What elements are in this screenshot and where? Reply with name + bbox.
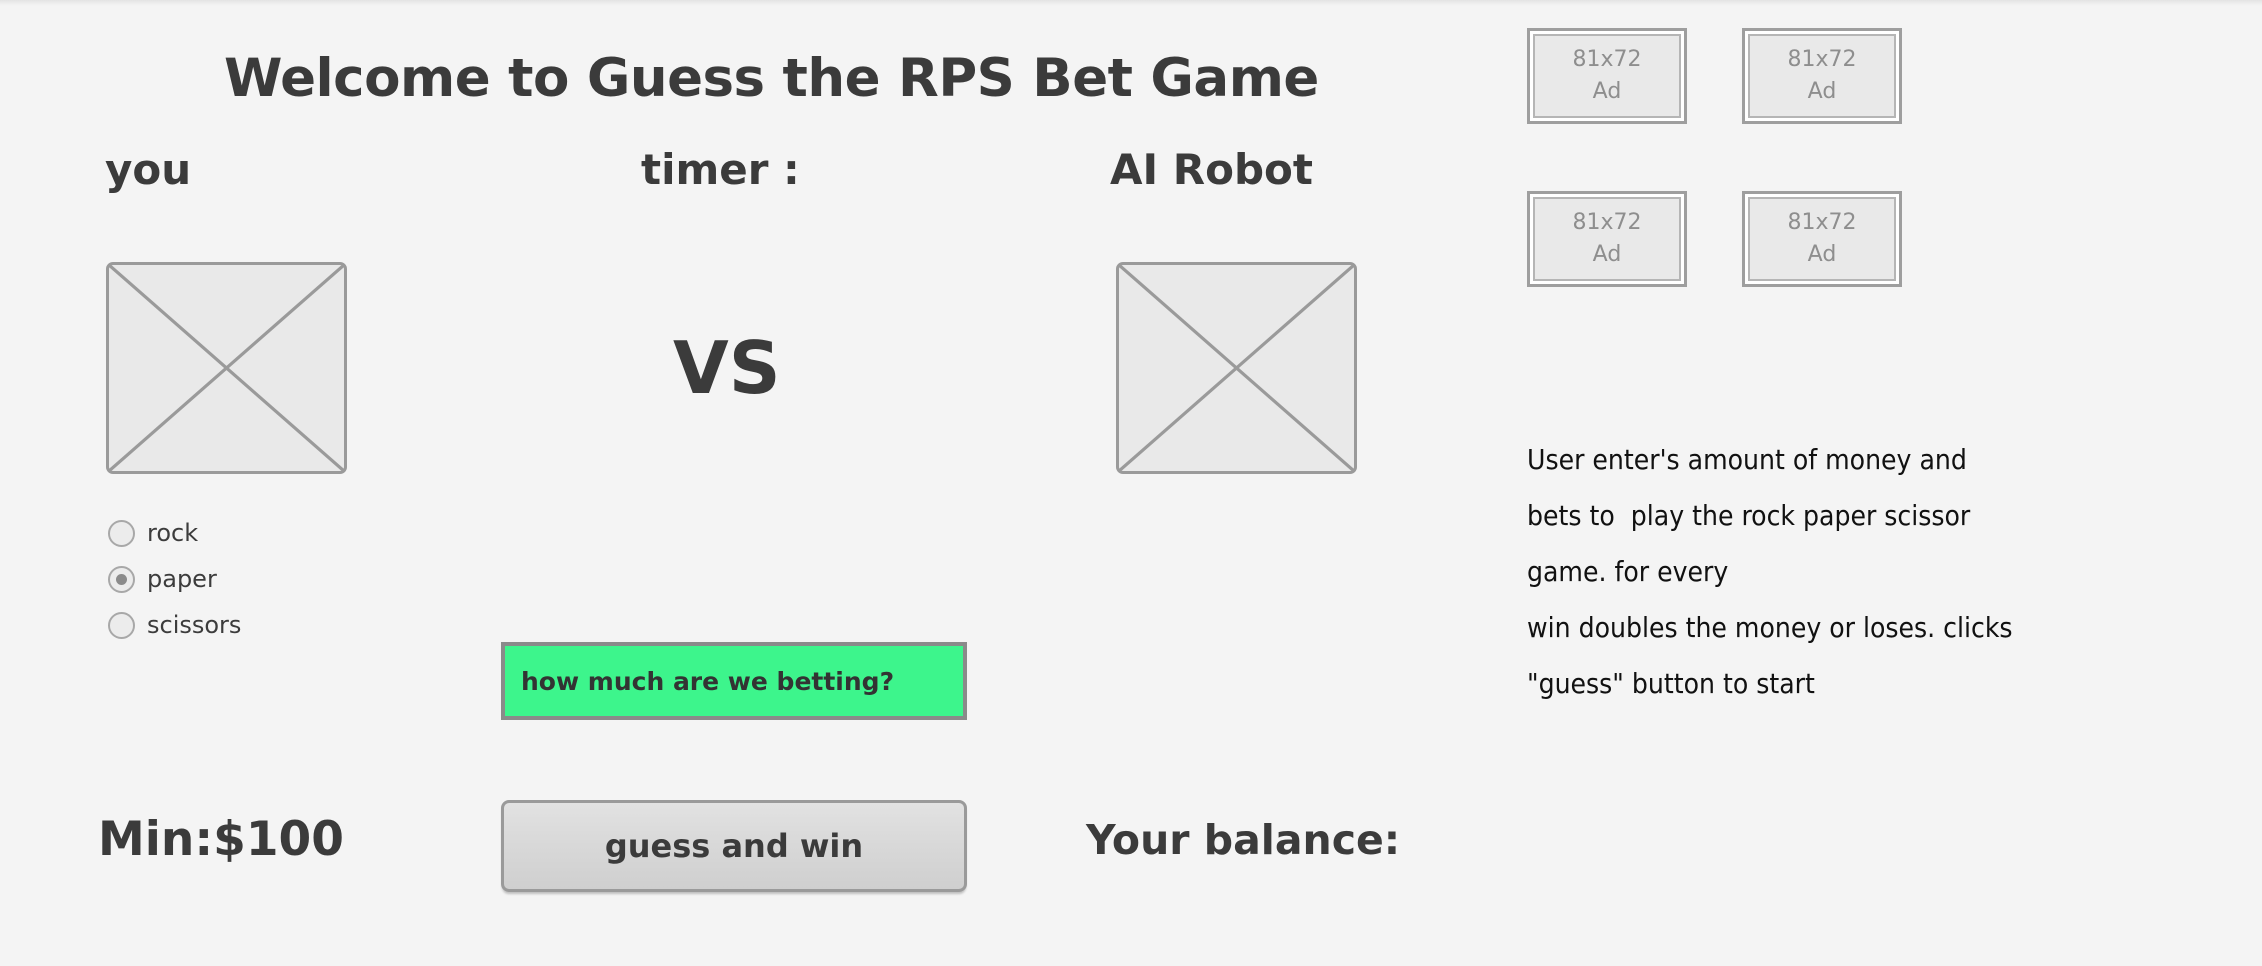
bet-amount-input-value: how much are we betting? [521, 666, 895, 696]
ad-slot-1[interactable]: 81x72 Ad [1527, 28, 1687, 124]
ai-robot-heading: AI Robot [1110, 145, 1313, 194]
ad-slot-4-size: 81x72 [1787, 210, 1857, 235]
page-title: Welcome to Guess the RPS Bet Game [224, 48, 1319, 109]
placeholder-cross-icon [1119, 265, 1354, 471]
ad-slot-2[interactable]: 81x72 Ad [1742, 28, 1902, 124]
ad-slot-1-inner: 81x72 Ad [1533, 34, 1681, 118]
radio-option-scissors[interactable]: scissors [108, 611, 241, 639]
radio-scissors-indicator[interactable] [108, 611, 135, 639]
radio-paper-label: paper [147, 565, 217, 593]
ad-slot-1-size: 81x72 [1572, 47, 1642, 72]
min-bet-label: Min:$100 [98, 812, 344, 867]
radio-scissors-label: scissors [147, 611, 242, 639]
balance-label: Your balance: [1086, 816, 1401, 864]
player-image-placeholder [106, 262, 347, 474]
placeholder-cross-icon [109, 265, 344, 471]
radio-paper-indicator[interactable] [108, 565, 135, 593]
ad-slot-3-label: Ad [1592, 242, 1622, 267]
ad-slot-3-inner: 81x72 Ad [1533, 197, 1681, 281]
bet-amount-input[interactable]: how much are we betting? [501, 642, 967, 720]
ai-image-placeholder [1116, 262, 1357, 474]
ad-slot-3-size: 81x72 [1572, 210, 1642, 235]
game-description-note: User enter's amount of money and bets to… [1527, 443, 2013, 700]
ad-slot-1-label: Ad [1592, 79, 1622, 104]
radio-rock-label: rock [147, 519, 199, 547]
ad-slot-4-inner: 81x72 Ad [1748, 197, 1896, 281]
ad-slot-2-size: 81x72 [1787, 47, 1857, 72]
window-top-strip [0, 0, 2262, 6]
vs-label: VS [673, 326, 781, 410]
ad-slot-3[interactable]: 81x72 Ad [1527, 191, 1687, 287]
app-root: Welcome to Guess the RPS Bet Game you ti… [0, 0, 2262, 966]
ad-slot-2-inner: 81x72 Ad [1748, 34, 1896, 118]
ad-slot-2-label: Ad [1807, 79, 1837, 104]
radio-rock-indicator[interactable] [108, 519, 135, 547]
radio-option-rock[interactable]: rock [108, 519, 198, 547]
you-heading: you [105, 145, 192, 194]
radio-option-paper[interactable]: paper [108, 565, 217, 593]
timer-heading: timer : [641, 145, 800, 194]
ad-slot-4-label: Ad [1807, 242, 1837, 267]
ad-slot-4[interactable]: 81x72 Ad [1742, 191, 1902, 287]
guess-and-win-button-label: guess and win [604, 827, 864, 865]
guess-and-win-button[interactable]: guess and win [501, 800, 967, 892]
